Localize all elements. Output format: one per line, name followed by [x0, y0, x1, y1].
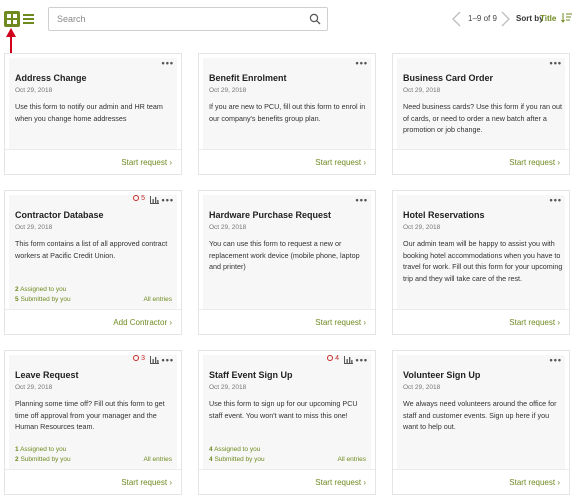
start-request-link[interactable]: Start request ›: [509, 318, 560, 327]
card-title: Benefit Enrolment: [209, 73, 287, 83]
search-box[interactable]: [48, 7, 328, 31]
card-date: Oct 29, 2018: [403, 384, 441, 391]
card-description: Our admin team will be happy to assist y…: [403, 239, 563, 283]
more-options-icon[interactable]: •••: [550, 355, 562, 365]
card-date: Oct 29, 2018: [209, 224, 247, 231]
add-contractor-link[interactable]: Add Contractor ›: [113, 318, 172, 327]
assigned-count[interactable]: 4 Assigned to you: [209, 446, 260, 453]
start-request-link[interactable]: Start request ›: [315, 478, 366, 487]
card-description: Use this form to sign up for our upcomin…: [209, 399, 358, 420]
start-request-link[interactable]: Start request ›: [315, 158, 366, 167]
form-card[interactable]: 5 ••• Contractor Database Oct 29, 2018 T…: [4, 190, 182, 335]
card-description: We always need volunteers around the off…: [403, 399, 557, 431]
clock-icon: [133, 195, 140, 201]
overdue-badge[interactable]: 5: [133, 195, 145, 202]
stats-icon[interactable]: [150, 356, 159, 364]
submitted-count[interactable]: 2 Submitted by you: [15, 456, 71, 463]
stats-icon[interactable]: [150, 196, 159, 204]
sort-value[interactable]: Title: [540, 14, 556, 23]
chevron-right-icon[interactable]: [498, 11, 512, 27]
more-options-icon[interactable]: •••: [356, 195, 368, 205]
all-entries-link[interactable]: All entries: [143, 456, 172, 463]
toolbar: 1–9 of 9 Sort by Title: [0, 0, 575, 68]
form-card[interactable]: 3 ••• Leave Request Oct 29, 2018 Plannin…: [4, 350, 182, 495]
card-title: Staff Event Sign Up: [209, 370, 293, 380]
card-title: Volunteer Sign Up: [403, 370, 481, 380]
card-date: Oct 29, 2018: [209, 384, 247, 391]
card-title: Hardware Purchase Request: [209, 210, 332, 220]
form-card[interactable]: ••• Volunteer Sign Up Oct 29, 2018 We al…: [392, 350, 570, 495]
clock-icon: [133, 355, 140, 361]
form-card[interactable]: 4 ••• Staff Event Sign Up Oct 29, 2018 U…: [198, 350, 376, 495]
card-date: Oct 29, 2018: [209, 87, 247, 94]
start-request-link[interactable]: Start request ›: [509, 478, 560, 487]
overdue-badge[interactable]: 3: [133, 355, 145, 362]
all-entries-link[interactable]: All entries: [143, 296, 172, 303]
search-icon[interactable]: [309, 13, 321, 25]
more-options-icon[interactable]: •••: [162, 355, 174, 365]
card-description: This form contains a list of all approve…: [15, 239, 168, 260]
assigned-count[interactable]: 1 Assigned to you: [15, 446, 66, 453]
card-date: Oct 29, 2018: [15, 384, 53, 391]
card-date: Oct 29, 2018: [403, 87, 441, 94]
start-request-link[interactable]: Start request ›: [121, 158, 172, 167]
card-title: Business Card Order: [403, 73, 494, 83]
form-card[interactable]: ••• Hotel Reservations Oct 29, 2018 Our …: [392, 190, 570, 335]
stats-icon[interactable]: [344, 356, 353, 364]
chevron-left-icon[interactable]: [450, 11, 464, 27]
card-description: Need business cards? Use this form if yo…: [403, 102, 562, 134]
card-description: Use this form to notify our admin and HR…: [15, 102, 163, 123]
card-title: Contractor Database: [15, 210, 104, 220]
card-date: Oct 29, 2018: [15, 224, 53, 231]
card-date: Oct 29, 2018: [15, 87, 53, 94]
all-entries-link[interactable]: All entries: [337, 456, 366, 463]
sort-order-icon[interactable]: [561, 12, 572, 23]
more-options-icon[interactable]: •••: [356, 58, 368, 68]
card-date: Oct 29, 2018: [403, 224, 441, 231]
assigned-count[interactable]: 2 Assigned to you: [15, 286, 66, 293]
card-description: You can use this form to request a new o…: [209, 239, 360, 271]
more-options-icon[interactable]: •••: [550, 58, 562, 68]
card-description: Planning some time off? Fill out this fo…: [15, 399, 165, 431]
card-description: If you are new to PCU, fill out this for…: [209, 102, 366, 123]
overdue-badge[interactable]: 4: [327, 355, 339, 362]
card-title: Leave Request: [15, 370, 79, 380]
start-request-link[interactable]: Start request ›: [121, 478, 172, 487]
submitted-count[interactable]: 5 Submitted by you: [15, 296, 71, 303]
more-options-icon[interactable]: •••: [162, 58, 174, 68]
form-card[interactable]: ••• Benefit Enrolment Oct 29, 2018 If yo…: [198, 53, 376, 175]
search-input[interactable]: [49, 8, 289, 30]
grid-view-icon[interactable]: [4, 11, 20, 27]
clock-icon: [327, 355, 334, 361]
form-card[interactable]: ••• Hardware Purchase Request Oct 29, 20…: [198, 190, 376, 335]
card-title: Hotel Reservations: [403, 210, 485, 220]
pager-count: 1–9 of 9: [468, 14, 497, 23]
list-view-icon[interactable]: [21, 11, 37, 27]
more-options-icon[interactable]: •••: [356, 355, 368, 365]
more-options-icon[interactable]: •••: [550, 195, 562, 205]
submitted-count[interactable]: 4 Submitted by you: [209, 456, 265, 463]
card-title: Address Change: [15, 73, 87, 83]
form-card[interactable]: ••• Address Change Oct 29, 2018 Use this…: [4, 53, 182, 175]
start-request-link[interactable]: Start request ›: [315, 318, 366, 327]
start-request-link[interactable]: Start request ›: [509, 158, 560, 167]
more-options-icon[interactable]: •••: [162, 195, 174, 205]
form-card[interactable]: ••• Business Card Order Oct 29, 2018 Nee…: [392, 53, 570, 175]
